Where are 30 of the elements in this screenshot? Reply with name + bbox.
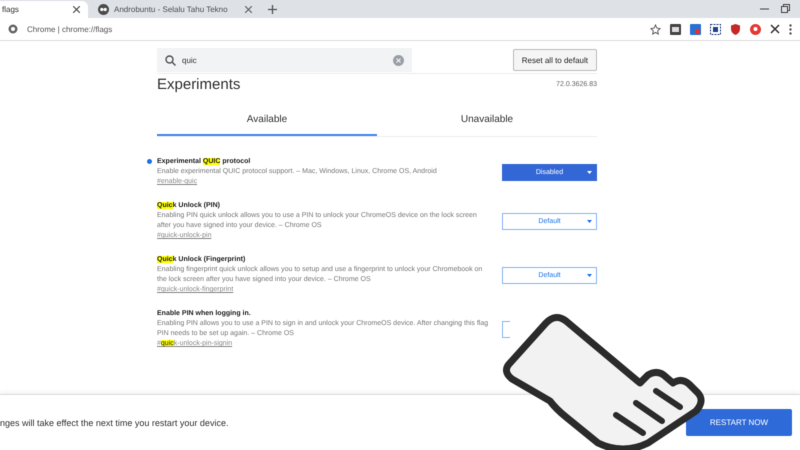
- page-heading: Experiments: [157, 76, 240, 93]
- restore-icon[interactable]: [781, 4, 790, 13]
- tab-title: flags: [2, 5, 20, 14]
- shield-icon[interactable]: [730, 24, 741, 34]
- close-icon[interactable]: [245, 6, 252, 13]
- restart-button[interactable]: RESTART NOW: [686, 409, 792, 436]
- caret-icon: [587, 170, 592, 174]
- address-text[interactable]: Chrome | chrome://flags: [27, 24, 112, 34]
- extension-icon[interactable]: [670, 24, 681, 34]
- site-info-icon[interactable]: [8, 24, 18, 34]
- close-icon[interactable]: [73, 6, 80, 13]
- caret-icon: [587, 274, 592, 276]
- menu-icon[interactable]: [789, 24, 792, 34]
- browser-tab[interactable]: Androbuntu - Selalu Tahu Tekno: [90, 1, 260, 18]
- star-icon[interactable]: [650, 24, 661, 34]
- search-icon: [165, 54, 176, 66]
- extension-icon[interactable]: [710, 24, 721, 34]
- search-field[interactable]: quic: [157, 48, 412, 72]
- pin-icon[interactable]: [750, 24, 761, 34]
- extension-icon[interactable]: [690, 24, 701, 34]
- site-favicon-icon: [98, 4, 109, 15]
- browser-tab[interactable]: flags: [0, 1, 88, 18]
- tab-title: Androbuntu - Selalu Tahu Tekno: [114, 5, 229, 14]
- new-tab-icon[interactable]: [268, 5, 277, 14]
- page-tab[interactable]: Available: [157, 109, 377, 136]
- reset-button[interactable]: Reset all to default: [512, 49, 597, 71]
- caret-icon: [587, 220, 592, 222]
- restart-message: nges will take effect the next time you restart your device.: [0, 418, 228, 428]
- page-tab[interactable]: Unavailable: [377, 109, 597, 136]
- cross-icon[interactable]: [770, 24, 780, 34]
